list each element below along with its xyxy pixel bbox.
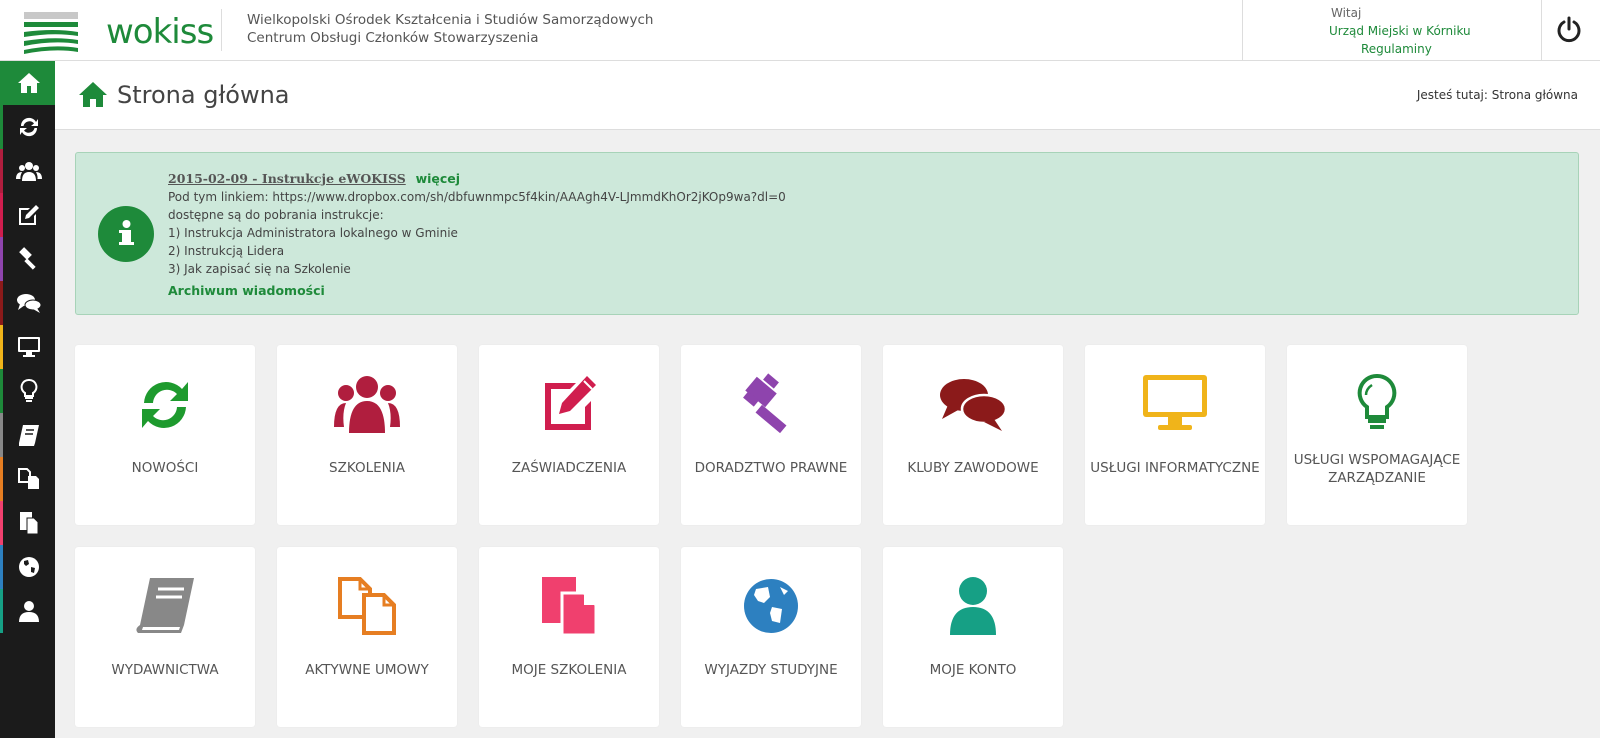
files-icon xyxy=(542,577,598,637)
tile-my-account[interactable]: MOJE KONTO xyxy=(883,547,1063,727)
sidebar-item-study-trips[interactable] xyxy=(0,545,55,589)
news-alert: 2015-02-09 - Instrukcje eWOKISS więcej P… xyxy=(75,152,1579,315)
tile-label: USŁUGI INFORMATYCZNE xyxy=(1090,460,1260,476)
wokiss-logo[interactable]: wokiss xyxy=(24,8,214,56)
sidebar-item-publications[interactable] xyxy=(0,413,55,457)
user-icon xyxy=(19,601,39,622)
sidebar-item-contracts[interactable] xyxy=(0,457,55,501)
news-line: Pod tym linkiem: https://www.dropbox.com… xyxy=(168,190,786,204)
top-header: wokiss Wielkopolski Ośrodek Kształcenia … xyxy=(0,0,1600,61)
tile-study-trips[interactable]: WYJAZDY STUDYJNE xyxy=(681,547,861,727)
regulations-link[interactable]: Regulaminy xyxy=(1361,42,1432,56)
edit-icon xyxy=(19,205,39,225)
tile-label: MOJE KONTO xyxy=(929,662,1017,678)
info-icon xyxy=(98,206,154,262)
tile-label: MOJE SZKOLENIA xyxy=(511,662,627,678)
home-icon xyxy=(18,73,40,93)
tile-label: NOWOŚCI xyxy=(131,460,199,476)
tile-label: ZAŚWIADCZENIA xyxy=(511,460,627,476)
sidebar-item-legal[interactable] xyxy=(0,237,55,281)
tile-active-contracts[interactable]: AKTYWNE UMOWY xyxy=(277,547,457,727)
sidebar-item-home[interactable] xyxy=(0,61,55,105)
lightbulb-icon xyxy=(1357,373,1397,429)
breadcrumb-current[interactable]: Strona główna xyxy=(1492,88,1578,102)
power-icon[interactable] xyxy=(1555,16,1583,44)
refresh-icon xyxy=(20,117,38,137)
sidebar-item-management[interactable] xyxy=(0,369,55,413)
tile-label: WYDAWNICTWA xyxy=(111,662,219,678)
greeting: Witaj xyxy=(1331,6,1362,20)
comments-icon xyxy=(940,379,1008,431)
tile-clubs[interactable]: KLUBY ZAWODOWE xyxy=(883,345,1063,525)
gavel-icon xyxy=(743,373,787,434)
tile-certificates[interactable]: ZAŚWIADCZENIA xyxy=(479,345,659,525)
refresh-icon xyxy=(142,382,188,428)
copy-icon xyxy=(338,577,396,635)
tile-trainings[interactable]: SZKOLENIA xyxy=(277,345,457,525)
sidebar-item-clubs[interactable] xyxy=(0,281,55,325)
users-icon xyxy=(334,376,400,433)
edit-icon xyxy=(545,376,596,430)
archive-link[interactable]: Archiwum wiadomości xyxy=(168,282,786,300)
tile-label: DORADZTWO PRAWNE xyxy=(694,460,848,476)
breadcrumb: Jesteś tutaj: Strona główna xyxy=(1417,88,1578,102)
tile-label: AKTYWNE UMOWY xyxy=(305,662,429,678)
org-line-1: Wielkopolski Ośrodek Kształcenia i Studi… xyxy=(247,12,654,28)
globe-icon xyxy=(744,579,798,633)
page-header: Strona główna Jesteś tutaj: Strona główn… xyxy=(55,61,1600,130)
header-divider xyxy=(221,9,222,51)
news-more-link[interactable]: więcej xyxy=(416,171,460,186)
tile-my-trainings[interactable]: MOJE SZKOLENIA xyxy=(479,547,659,727)
news-content: 2015-02-09 - Instrukcje eWOKISS więcej P… xyxy=(168,170,786,300)
sidebar xyxy=(0,61,55,738)
tile-news[interactable]: NOWOŚCI xyxy=(75,345,255,525)
tile-label: KLUBY ZAWODOWE xyxy=(907,460,1039,476)
tile-it-services[interactable]: USŁUGI INFORMATYCZNE xyxy=(1085,345,1265,525)
news-title-link[interactable]: 2015-02-09 - Instrukcje eWOKISS xyxy=(168,171,406,186)
sidebar-item-my-trainings[interactable] xyxy=(0,501,55,545)
user-icon xyxy=(950,577,996,635)
sidebar-item-it[interactable] xyxy=(0,325,55,369)
tile-label: WYJAZDY STUDYJNE xyxy=(704,662,838,678)
gavel-icon xyxy=(19,247,36,270)
home-icon xyxy=(79,82,107,107)
news-line: dostępne są do pobrania instrukcje: xyxy=(168,208,384,222)
sidebar-item-account[interactable] xyxy=(0,589,55,633)
page-title: Strona główna xyxy=(117,81,290,109)
tile-management-support[interactable]: USŁUGI WSPOMAGAJĄCE ZARZĄDZANIE xyxy=(1287,345,1467,525)
breadcrumb-prefix: Jesteś tutaj: xyxy=(1416,88,1488,102)
lightbulb-icon xyxy=(20,379,38,402)
sidebar-item-certificates[interactable] xyxy=(0,193,55,237)
book-icon xyxy=(19,425,39,446)
org-line-2: Centrum Obsługi Członków Stowarzyszenia xyxy=(247,30,539,46)
copy-icon xyxy=(18,468,39,489)
user-panel: Witaj Urząd Miejski w Kórniku Regulaminy xyxy=(1242,0,1542,60)
desktop-icon xyxy=(18,337,40,357)
comments-icon xyxy=(17,294,42,313)
tile-label: SZKOLENIA xyxy=(329,460,405,476)
news-line: 1) Instrukcja Administratora lokalnego w… xyxy=(168,226,458,240)
tile-publications[interactable]: WYDAWNICTWA xyxy=(75,547,255,727)
tile-label: USŁUGI WSPOMAGAJĄCE ZARZĄDZANIE xyxy=(1293,452,1461,486)
organization-name: Wielkopolski Ośrodek Kształcenia i Studi… xyxy=(247,11,653,47)
sidebar-item-news[interactable] xyxy=(0,105,55,149)
logo-stripes-icon xyxy=(24,12,78,54)
book-icon xyxy=(136,578,194,633)
user-name-link[interactable]: Urząd Miejski w Kórniku xyxy=(1329,24,1471,38)
news-line: 3) Jak zapisać się na Szkolenie xyxy=(168,262,351,276)
globe-icon xyxy=(19,557,39,577)
files-icon xyxy=(20,512,39,535)
tile-legal[interactable]: DORADZTWO PRAWNE xyxy=(681,345,861,525)
users-icon xyxy=(16,162,42,181)
desktop-icon xyxy=(1143,375,1207,430)
logo-text: wokiss xyxy=(106,12,214,52)
news-line: 2) Instrukcją Lidera xyxy=(168,244,285,258)
sidebar-item-trainings[interactable] xyxy=(0,149,55,193)
